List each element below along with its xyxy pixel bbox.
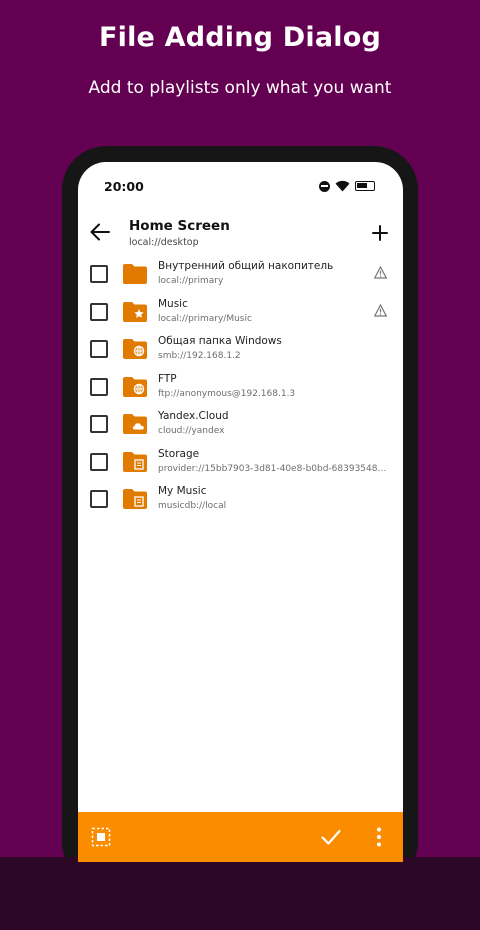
item-path: musicdb://local — [158, 501, 227, 511]
status-icons — [319, 180, 375, 192]
phone-screen: 20:00 Home Screen local://desktop Внутре… — [78, 162, 403, 862]
folder-icon — [123, 264, 147, 284]
header-path: local://desktop — [129, 237, 199, 248]
more-vertical-icon[interactable] — [372, 826, 386, 848]
battery-icon — [355, 181, 375, 191]
bottom-toolbar — [78, 812, 403, 862]
status-bar: 20:00 — [78, 162, 403, 212]
dnd-icon — [319, 180, 330, 192]
item-checkbox[interactable] — [90, 377, 108, 396]
item-name: My Music — [158, 485, 207, 497]
arrow-left-icon — [90, 223, 110, 241]
item-name: Внутренний общий накопитель — [158, 260, 334, 272]
warning-icon — [374, 266, 387, 279]
back-button[interactable] — [88, 220, 112, 244]
item-name: Общая папка Windows — [158, 335, 282, 347]
item-checkbox[interactable] — [90, 490, 108, 508]
folder-cloud-icon — [123, 414, 147, 434]
promo-title: File Adding Dialog — [98, 22, 382, 53]
status-time: 20:00 — [104, 179, 144, 194]
item-name: Storage — [158, 447, 200, 460]
item-path: local://primary/Music — [158, 313, 252, 324]
folder-provider-icon — [123, 489, 147, 509]
wifi-icon — [335, 180, 350, 192]
folder-network-icon — [123, 339, 147, 359]
plus-icon — [372, 225, 388, 241]
header-title: Home Screen — [129, 218, 230, 234]
folder-music-icon — [123, 301, 147, 322]
item-name: FTP — [158, 372, 177, 385]
list-item[interactable]: Music local://primary/Music — [78, 294, 403, 332]
select-all-icon[interactable] — [91, 827, 111, 847]
promo-subtitle: Add to playlists only what you want — [88, 78, 392, 98]
check-icon[interactable] — [320, 826, 342, 848]
item-path: provider://15bb7903-3d81-40e8-b0bd-68393… — [158, 463, 390, 474]
item-checkbox[interactable] — [90, 302, 108, 321]
item-checkbox[interactable] — [90, 415, 108, 433]
location-list: Внутренний общий накопитель local://prim… — [78, 256, 403, 519]
item-path: ftp://anonymous@192.168.1.3 — [158, 388, 296, 399]
list-item[interactable]: Storage provider://15bb7903-3d81-40e8-b0… — [78, 444, 403, 482]
list-item[interactable]: FTP ftp://anonymous@192.168.1.3 — [78, 369, 403, 407]
add-button[interactable] — [369, 222, 391, 244]
folder-provider-icon — [123, 451, 147, 472]
list-item[interactable]: Общая папка Windows smb://192.168.1.2 — [78, 331, 403, 369]
item-path: cloud://yandex — [158, 426, 225, 436]
list-item[interactable]: My Music musicdb://local — [78, 481, 403, 519]
folder-network-icon — [123, 376, 147, 397]
item-checkbox[interactable] — [90, 340, 108, 358]
header: Home Screen local://desktop — [78, 214, 403, 256]
item-path: smb://192.168.1.2 — [158, 351, 241, 361]
item-path: local://primary — [158, 276, 224, 286]
item-name: Yandex.Cloud — [158, 410, 229, 422]
list-item[interactable]: Yandex.Cloud cloud://yandex — [78, 406, 403, 444]
item-name: Music — [158, 297, 188, 310]
list-item[interactable]: Внутренний общий накопитель local://prim… — [78, 256, 403, 294]
warning-icon — [374, 303, 387, 317]
item-checkbox[interactable] — [90, 452, 108, 471]
bottom-band — [0, 857, 480, 930]
item-checkbox[interactable] — [90, 265, 108, 283]
